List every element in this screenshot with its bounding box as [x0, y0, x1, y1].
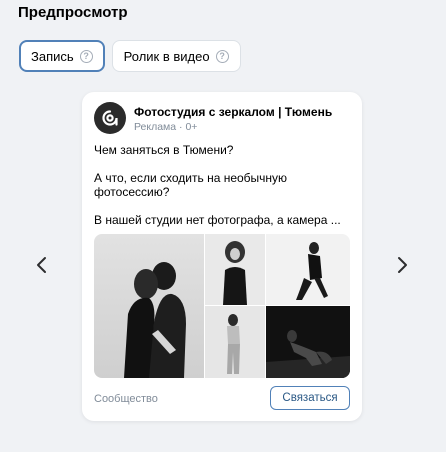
- question-circle-icon[interactable]: ?: [79, 49, 93, 63]
- photo-woman-standing-curly-hair[interactable]: [205, 234, 265, 305]
- photo-couple-kissing[interactable]: [94, 234, 204, 378]
- photo-woman-sitting-light-pants[interactable]: [205, 306, 265, 378]
- tab-video-clip-label: Ролик в видео: [123, 48, 210, 64]
- preview-title: Предпросмотр: [18, 4, 128, 21]
- ad-preview-card: Фотостудия с зеркалом | Тюмень Реклама ·…: [82, 92, 362, 421]
- brand-logo-icon: [102, 110, 118, 126]
- post-meta: Реклама · 0+: [134, 121, 198, 133]
- contact-button[interactable]: Связаться: [270, 386, 350, 410]
- chevron-right-icon[interactable]: [392, 254, 412, 276]
- post-paragraph: В нашей студии нет фотографа, а камера .…: [94, 213, 341, 227]
- post-text: Чем заняться в Тюмени? А что, если сходи…: [94, 143, 352, 227]
- photo-gallery[interactable]: [94, 234, 350, 378]
- tab-video-clip[interactable]: Ролик в видео ?: [111, 40, 241, 72]
- photo-woman-posing-dark-outfit[interactable]: [266, 234, 350, 305]
- preview-tabs: Запись ? Ролик в видео ?: [19, 40, 241, 72]
- post-paragraph: Чем заняться в Тюмени?: [94, 143, 234, 157]
- tab-post-label: Запись: [31, 48, 74, 64]
- question-circle-icon[interactable]: ?: [215, 49, 229, 63]
- avatar[interactable]: [94, 102, 126, 134]
- photo-woman-kneeling-dark-background[interactable]: [266, 306, 350, 378]
- post-author[interactable]: Фотостудия с зеркалом | Тюмень: [134, 105, 332, 119]
- community-label: Сообщество: [94, 393, 158, 405]
- chevron-left-icon[interactable]: [32, 254, 52, 276]
- post-paragraph: А что, если сходить на необычную фотосес…: [94, 171, 288, 199]
- tab-post[interactable]: Запись ?: [19, 40, 105, 72]
